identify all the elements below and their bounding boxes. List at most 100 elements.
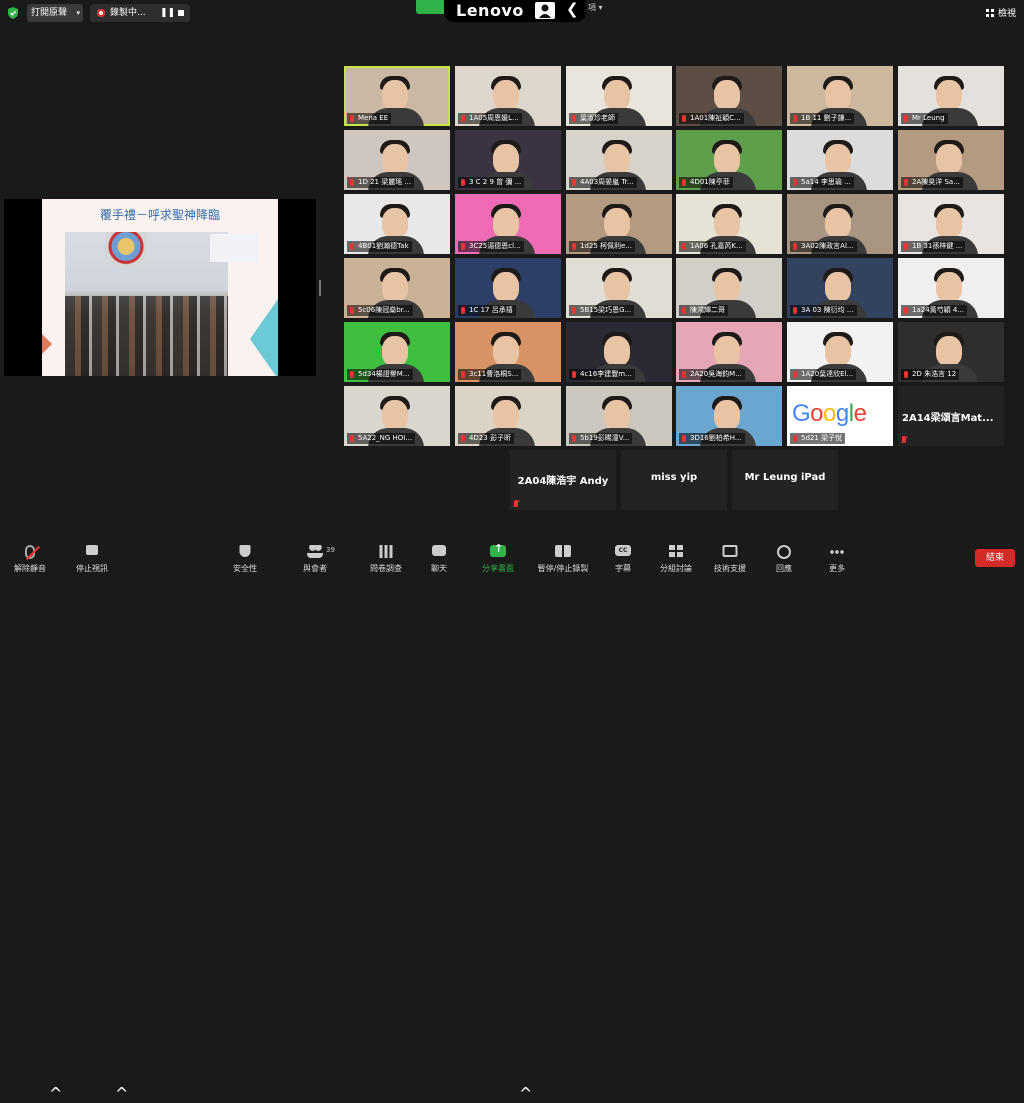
stop-video-button[interactable]: 停止視訊 [62, 536, 122, 576]
participants-button[interactable]: 39 與會者 [285, 536, 345, 576]
end-meeting-button[interactable]: 結束 [975, 549, 1015, 567]
participant-video-tile[interactable]: 1A05周恩媛L... [455, 66, 561, 126]
participant-name-label: 5d21 梁子悅 [790, 433, 846, 444]
captions-button[interactable]: CC 字幕 [593, 536, 653, 576]
participant-name-label: 5b19彭晞潼V... [569, 433, 633, 444]
meeting-toolbar: 解除靜音 ^ 停止視訊 ^ 安全性 39 與會者 問卷調查 聊天 分享畫面 ^ … [0, 536, 1024, 1103]
participant-video-tile[interactable]: 3C25湯德恩cl... [455, 194, 561, 254]
stained-glass-window [105, 232, 147, 268]
pause-stop-recording-label: 暫停/停止錄製 [537, 564, 589, 573]
participant-video-tile[interactable]: 1B 31孫梓鍵 ... [898, 194, 1004, 254]
user-avatar-icon[interactable] [535, 2, 555, 19]
participant-face [604, 272, 630, 302]
participant-video-tile[interactable]: 4D01陳亭菲 [676, 130, 782, 190]
participant-video-tile[interactable]: 1B 11 劉子謙... [787, 66, 893, 126]
participant-video-tile[interactable]: 5c06陳冠燊br... [344, 258, 450, 318]
participant-video-tile[interactable]: 1d25 柯佩利e... [566, 194, 672, 254]
unmute-button[interactable]: 解除靜音 [0, 536, 60, 576]
share-screen-button[interactable]: 分享畫面 [468, 536, 528, 576]
participant-name-label: 3c11曹洛桐S... [458, 369, 522, 380]
participant-video-tile[interactable]: 4B01劉瀚德Tak [344, 194, 450, 254]
shared-screen[interactable]: 覆手禮－呼求聖神降臨 [4, 199, 316, 376]
share-options-caret[interactable]: ^ [519, 1084, 532, 1103]
view-option-label[interactable]: 項 ▾ [588, 2, 603, 13]
participant-face [714, 208, 740, 238]
participant-video-tile[interactable]: 1C 17 呂承禧 [455, 258, 561, 318]
participant-name-tile[interactable]: 2A04陳浩宇 Andy [510, 450, 616, 510]
captions-label: 字幕 [615, 564, 631, 573]
participant-video-tile[interactable]: 4A03周晏嵐 Tr... [566, 130, 672, 190]
gallery-view-button[interactable]: 檢視 [985, 6, 1016, 19]
participants-icon [307, 545, 323, 558]
participant-video-tile[interactable]: 3c11曹洛桐S... [455, 322, 561, 382]
participant-face [714, 144, 740, 174]
chevron-down-icon[interactable]: ▾ [76, 4, 80, 22]
participant-video-tile[interactable]: 2A20吳海鈞M... [676, 322, 782, 382]
participant-video-tile[interactable]: 2A14梁頌言Mat... [898, 386, 1004, 446]
participant-video-tile[interactable]: 1D 21 梁麗瑤 ... [344, 130, 450, 190]
participant-name-label: 5A22_NG HOI... [347, 433, 416, 444]
participant-name-label: 1A01陳祉穎C... [679, 113, 744, 124]
stop-recording-icon[interactable] [178, 10, 184, 16]
participant-name-label: 3 C 2 9 曾 彌 ... [458, 177, 525, 188]
participant-video-tile[interactable]: 5d34楊證譽M... [344, 322, 450, 382]
share-screen-icon [490, 542, 506, 557]
participant-name-tile[interactable]: Mr Leung iPad [732, 450, 838, 510]
audio-options-caret[interactable]: ^ [49, 1084, 62, 1103]
participant-video-tile[interactable]: 2D 朱浩言 12 [898, 322, 1004, 382]
participant-video-tile[interactable]: Mena EE [344, 66, 450, 126]
participant-name-label: 陳鴻輝二哥 [679, 305, 728, 316]
participant-face [825, 80, 851, 110]
security-shield-icon[interactable] [7, 7, 19, 19]
participant-face [936, 144, 962, 174]
participant-video-tile[interactable]: 5a14 李思瑜 ... [787, 130, 893, 190]
participant-video-tile[interactable]: 1A01陳祉穎C... [676, 66, 782, 126]
participant-name-tile[interactable]: miss yip [621, 450, 727, 510]
participant-face [604, 80, 630, 110]
split-drag-handle[interactable] [319, 280, 321, 296]
breakout-rooms-button[interactable]: 分組討論 [646, 536, 706, 576]
participant-name-label: 1d25 柯佩利e... [569, 241, 636, 252]
poll-button[interactable]: 問卷調查 [356, 536, 416, 576]
participant-face [825, 336, 851, 366]
chat-button[interactable]: 聊天 [409, 536, 469, 576]
pause-recording-icon[interactable]: ❚❚ [160, 4, 175, 22]
participant-video-tile[interactable]: 陳鴻輝二哥 [676, 258, 782, 318]
participant-video-tile[interactable]: 4c16李建豐m... [566, 322, 672, 382]
participant-video-tile[interactable]: 3D16劉柏希H... [676, 386, 782, 446]
participant-video-tile[interactable]: 1A06 孔嘉芮K... [676, 194, 782, 254]
participant-face [825, 208, 851, 238]
participant-video-tile[interactable]: 3 C 2 9 曾 彌 ... [455, 130, 561, 190]
recording-indicator: 錄製中... ❚❚ [90, 4, 190, 22]
pause-stop-recording-button[interactable]: 暫停/停止錄製 [533, 536, 593, 576]
participant-video-tile[interactable]: 葉淑珍老師 [566, 66, 672, 126]
participant-video-tile[interactable]: 5A22_NG HOI... [344, 386, 450, 446]
breakout-rooms-icon [669, 545, 683, 558]
participants-label: 與會者 [303, 564, 327, 573]
participant-name-label: 4c16李建豐m... [569, 369, 635, 380]
participant-video-tile[interactable]: 5B15梁巧恩G... [566, 258, 672, 318]
back-arrow-icon[interactable]: ❮ [566, 0, 579, 18]
participant-video-tile[interactable]: Google 5d21 梁子悅 [787, 386, 893, 446]
participant-video-tile[interactable]: 5b19彭晞潼V... [566, 386, 672, 446]
participant-video-tile[interactable]: 2A陳昊洋 Sa... [898, 130, 1004, 190]
support-button[interactable]: 技術支援 [700, 536, 760, 576]
participant-video-tile[interactable]: Mr Leung [898, 66, 1004, 126]
reactions-button[interactable]: 回應 [754, 536, 814, 576]
participant-name-label: 1C 17 呂承禧 [458, 305, 516, 316]
original-sound-label: 打開原聲 [31, 8, 68, 18]
video-options-caret[interactable]: ^ [115, 1084, 128, 1103]
participant-face [604, 208, 630, 238]
participant-video-tile[interactable]: 3A02陳政言Al... [787, 194, 893, 254]
participant-video-tile[interactable]: 1a24黃芍穎 4... [898, 258, 1004, 318]
participant-name-label: 4D01陳亭菲 [679, 177, 733, 188]
presentation-slide: 覆手禮－呼求聖神降臨 [42, 199, 278, 376]
security-button[interactable]: 安全性 [215, 536, 275, 576]
more-button[interactable]: 更多 [807, 536, 867, 576]
poll-label: 問卷調查 [370, 564, 402, 573]
participant-video-tile[interactable]: 3A 03 陳衍均 ... [787, 258, 893, 318]
participant-video-tile[interactable]: 1A20葉達欣El... [787, 322, 893, 382]
participant-name-label: 1a24黃芍穎 4... [901, 305, 968, 316]
original-sound-button[interactable]: 打開原聲 ▾ [27, 4, 83, 22]
participant-video-tile[interactable]: 4D23 彭子昕 [455, 386, 561, 446]
